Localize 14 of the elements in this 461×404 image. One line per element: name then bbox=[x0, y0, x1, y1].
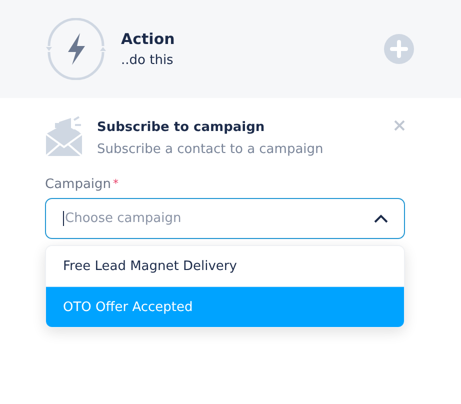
close-icon[interactable] bbox=[394, 120, 405, 131]
envelope-megaphone-icon bbox=[45, 116, 83, 156]
action-subtitle: ..do this bbox=[121, 53, 174, 68]
dropdown-option[interactable]: Free Lead Magnet Delivery bbox=[46, 246, 404, 286]
action-title: Action bbox=[121, 30, 176, 48]
step-title: Subscribe to campaign bbox=[97, 120, 266, 135]
step-description: Subscribe a contact to a campaign bbox=[97, 142, 324, 157]
campaign-select[interactable]: Choose campaign bbox=[45, 198, 405, 239]
lightning-cycle-icon bbox=[45, 18, 107, 80]
add-icon[interactable] bbox=[384, 34, 414, 64]
placeholder-text: Choose campaign bbox=[63, 211, 182, 226]
dropdown-option[interactable]: OTO Offer Accepted bbox=[46, 286, 404, 327]
field-label: Campaign bbox=[45, 177, 112, 192]
required-mark: * bbox=[113, 177, 119, 192]
